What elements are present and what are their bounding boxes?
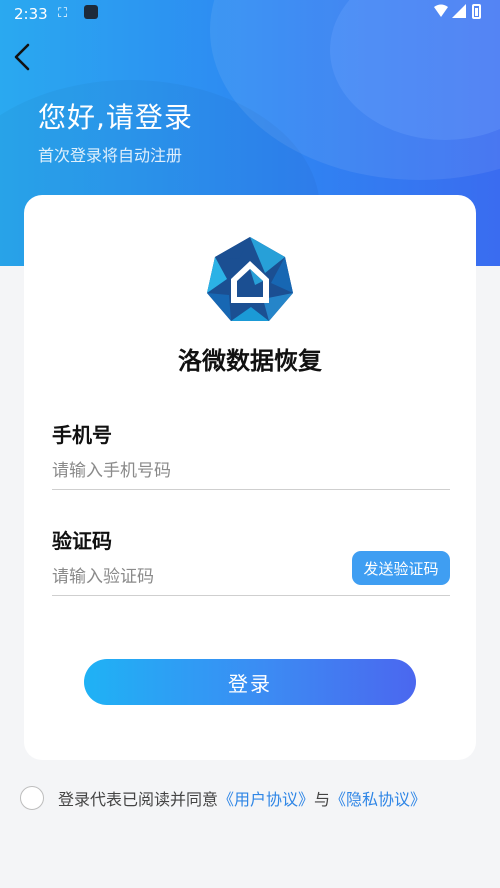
back-arrow-icon[interactable] — [10, 40, 38, 74]
signal-icon — [452, 4, 466, 18]
login-card: 洛微数据恢复 手机号 验证码 发送验证码 登录 — [24, 195, 476, 760]
status-time: 2:33 — [14, 5, 48, 23]
wifi-icon — [434, 4, 448, 17]
login-button[interactable]: 登录 — [84, 659, 416, 705]
app-notification-icon — [84, 5, 98, 19]
page-subtitle: 首次登录将自动注册 — [38, 146, 183, 165]
code-label: 验证码 — [52, 529, 112, 553]
notification-icon: ⛶ — [58, 6, 68, 21]
page-title: 您好,请登录 — [38, 101, 193, 134]
app-logo-icon — [207, 237, 293, 321]
agreement-connector: 与 — [314, 790, 331, 809]
privacy-agreement-link[interactable]: 《隐私协议》 — [330, 786, 426, 810]
app-name: 洛微数据恢复 — [178, 347, 322, 375]
send-code-button[interactable]: 发送验证码 — [352, 551, 450, 585]
status-bar: 2:33 ⛶ — [0, 0, 500, 28]
agreement-row: 登录代表已阅读并同意 《用户协议》 与 《隐私协议》 — [20, 785, 426, 811]
phone-input[interactable] — [52, 453, 450, 490]
agreement-checkbox[interactable] — [20, 786, 44, 810]
agreement-text: 登录代表已阅读并同意 — [58, 790, 219, 809]
user-agreement-link[interactable]: 《用户协议》 — [218, 786, 314, 810]
battery-icon — [472, 4, 481, 19]
phone-label: 手机号 — [52, 423, 112, 447]
